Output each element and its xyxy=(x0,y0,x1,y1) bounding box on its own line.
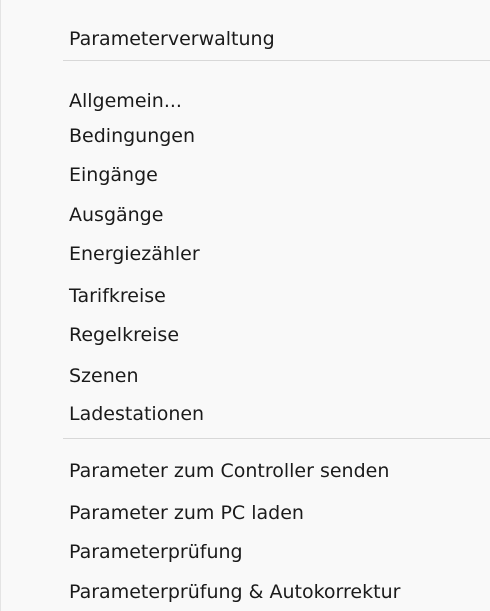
menu-item-energiezaehler[interactable]: Energiezähler xyxy=(69,242,200,266)
menu-separator xyxy=(63,60,490,61)
menu-item-bedingungen[interactable]: Bedingungen xyxy=(69,124,195,148)
menu-item-allgemein[interactable]: Allgemein... xyxy=(69,89,182,113)
context-menu: Parameterverwaltung Allgemein... Bedingu… xyxy=(0,0,490,611)
menu-item-regelkreise[interactable]: Regelkreise xyxy=(69,323,179,347)
menu-item-ausgaenge[interactable]: Ausgänge xyxy=(69,203,163,227)
menu-item-send-to-controller[interactable]: Parameter zum Controller senden xyxy=(69,459,389,483)
menu-separator xyxy=(63,438,490,439)
menu-item-parameter-check-autocorrect[interactable]: Parameterprüfung & Autokorrektur xyxy=(69,580,400,604)
menu-item-ladestationen[interactable]: Ladestationen xyxy=(69,402,204,426)
menu-item-parameter-check[interactable]: Parameterprüfung xyxy=(69,540,243,564)
menu-item-parameterverwaltung[interactable]: Parameterverwaltung xyxy=(69,27,275,51)
menu-item-eingaenge[interactable]: Eingänge xyxy=(69,163,158,187)
menu-item-load-to-pc[interactable]: Parameter zum PC laden xyxy=(69,501,304,525)
menu-item-szenen[interactable]: Szenen xyxy=(69,364,139,388)
menu-item-tarifkreise[interactable]: Tarifkreise xyxy=(69,284,166,308)
